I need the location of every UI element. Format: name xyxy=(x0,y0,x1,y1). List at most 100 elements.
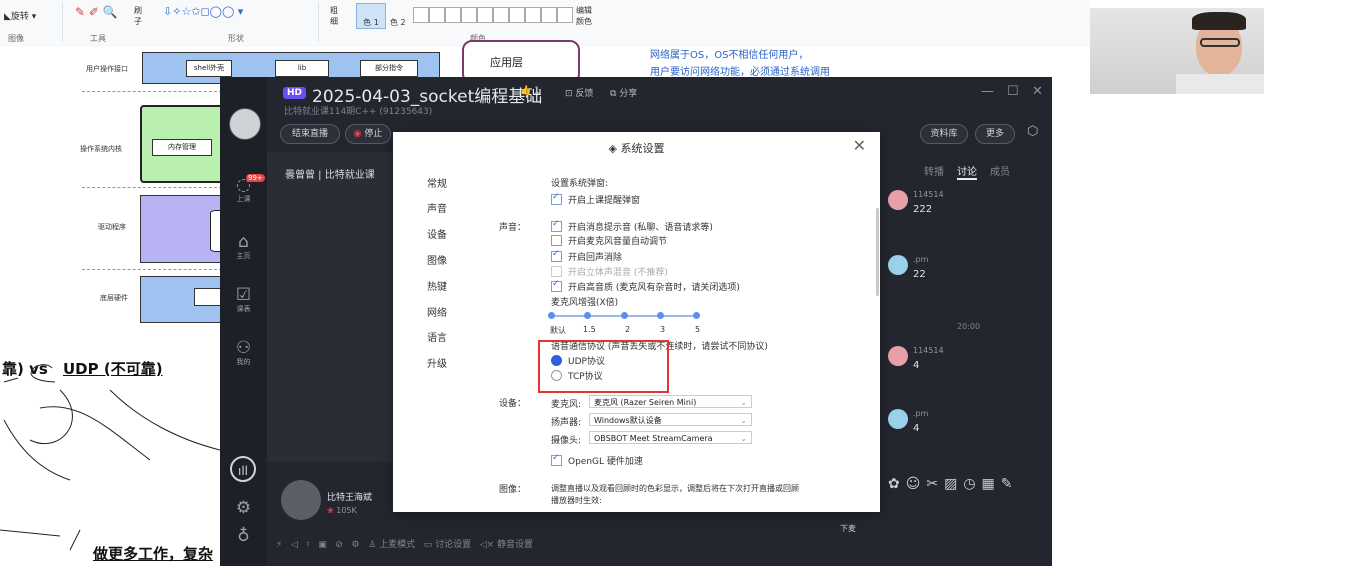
more-button[interactable]: 更多 xyxy=(975,124,1015,144)
tab-discussion[interactable]: 讨论 xyxy=(957,163,977,180)
speaker-select[interactable]: Windows默认设备 ⌄ xyxy=(589,413,752,426)
rail-mine[interactable]: ⚇ 我的 xyxy=(220,339,267,367)
flower-icon[interactable]: ✿ xyxy=(888,476,906,492)
chat-avatar xyxy=(888,346,908,366)
color-swatch[interactable] xyxy=(445,7,461,23)
shapes-gallery-icons[interactable]: ⇩✧☆✩◻◯◯ ▾ xyxy=(163,5,243,18)
checkbox-checked[interactable] xyxy=(551,219,562,232)
mic-icon[interactable]: ♮ xyxy=(306,540,309,550)
slider-dot[interactable] xyxy=(548,312,555,319)
nav-upgrade[interactable]: 升级 xyxy=(427,355,447,370)
mic-mode-button[interactable]: ♙ 上麦模式 xyxy=(368,540,415,550)
camera-select[interactable]: OBSBOT Meet StreamCamera ⌄ xyxy=(589,431,752,444)
color-swatch[interactable] xyxy=(429,7,445,23)
color-swatch[interactable] xyxy=(541,7,557,23)
screen-icon[interactable]: ▣ xyxy=(318,540,327,550)
checkbox-checked[interactable] xyxy=(551,249,562,262)
dash-separator xyxy=(82,269,222,270)
sound-section-label: 声音： xyxy=(499,223,527,233)
stats-icon[interactable]: ıll xyxy=(230,456,256,482)
settings-gear-icon[interactable]: ⚙ xyxy=(220,499,267,517)
nav-language[interactable]: 语言 xyxy=(427,329,447,344)
mic-select[interactable]: 麦克风 (Razer Seiren Mini) ⌄ xyxy=(589,395,752,408)
sound-option-disabled: 开启立体声混音 (不推荐) xyxy=(551,265,668,278)
mute-settings-button[interactable]: ◁× 静音设置 xyxy=(480,540,533,550)
mic-boost-slider[interactable] xyxy=(548,312,700,319)
nav-sound[interactable]: 声音 xyxy=(427,200,447,215)
slider-dot[interactable] xyxy=(657,312,664,319)
scissors-icon[interactable]: ✂ xyxy=(926,476,944,492)
image-desc-1: 调整直播以及观看回顾时的色彩显示，调整后将在下次打开直播或回顾 xyxy=(551,484,799,493)
pencil-tools-icons[interactable]: ✎ ✐ 🔍 xyxy=(75,5,118,19)
color-swatch[interactable] xyxy=(493,7,509,23)
nav-image[interactable]: 图像 xyxy=(427,252,447,267)
rail-schedule[interactable]: ☑ 课表 xyxy=(220,286,267,314)
end-live-button[interactable]: 结束直播 xyxy=(280,124,340,144)
color-swatch[interactable] xyxy=(461,7,477,23)
slider-dot[interactable] xyxy=(621,312,628,319)
close-window-icon[interactable]: ✕ xyxy=(1032,84,1043,99)
clock-icon[interactable]: ◷ xyxy=(963,476,981,492)
checkbox-checked[interactable] xyxy=(551,279,562,292)
close-icon[interactable]: ✕ xyxy=(853,136,866,155)
popup-header: 设置系统弹窗: xyxy=(551,179,609,189)
color1-button[interactable]: 色 1 xyxy=(356,3,386,29)
sound-option[interactable]: 开启高音质 (麦克风有杂音时，请关闭选项) xyxy=(551,279,740,293)
note-line-1: 网络属于OS，OS不相信任何用户， xyxy=(650,50,809,61)
hex-settings-icon[interactable]: ⬡ xyxy=(1027,124,1038,139)
rail-home[interactable]: ⌂ 主页 xyxy=(220,233,267,261)
dialog-scrollbar[interactable] xyxy=(876,208,879,296)
checkbox-checked[interactable] xyxy=(551,192,562,205)
brush-button[interactable]: 刷子 xyxy=(134,5,148,27)
record-icon[interactable]: ⊘ xyxy=(335,540,343,550)
minimize-icon[interactable]: — xyxy=(981,84,994,99)
discussion-settings-button[interactable]: ▭ 讨论设置 xyxy=(424,540,471,550)
color-swatch[interactable] xyxy=(525,7,541,23)
color-swatch[interactable] xyxy=(413,7,429,23)
color2-button[interactable]: 色 2 xyxy=(390,17,406,28)
slider-dot[interactable] xyxy=(693,312,700,319)
lib-box: lib xyxy=(275,60,329,77)
bulb-icon[interactable]: ♁ xyxy=(220,527,267,545)
rail-class[interactable]: ◌ 上课 99+ xyxy=(220,174,267,204)
tab-members[interactable]: 成员 xyxy=(990,163,1010,178)
color-swatch[interactable] xyxy=(557,7,573,23)
nav-network[interactable]: 网络 xyxy=(427,304,447,319)
dialog-title: ◈ 系统设置 xyxy=(608,142,665,155)
like-button[interactable]: 👍 1 xyxy=(520,86,540,96)
rotate-button[interactable]: ◣旋转 ▾ xyxy=(4,9,36,22)
nav-device[interactable]: 设备 xyxy=(427,226,447,241)
sound-option[interactable]: 开启回声消除 xyxy=(551,249,622,263)
resource-library-button[interactable]: 资料库 xyxy=(920,124,968,144)
nav-hotkey[interactable]: 热键 xyxy=(427,278,447,293)
checkbox-checked[interactable] xyxy=(551,453,562,466)
nav-general[interactable]: 常规 xyxy=(427,175,447,190)
user-avatar[interactable] xyxy=(229,108,261,140)
stop-record-button[interactable]: ◉ 停止 xyxy=(345,124,391,144)
color-swatch[interactable] xyxy=(509,7,525,23)
checkbox-unchecked[interactable] xyxy=(551,235,562,246)
slider-dot[interactable] xyxy=(584,312,591,319)
color-swatch[interactable] xyxy=(477,7,493,23)
translate-icon[interactable]: ▦ xyxy=(982,476,1001,492)
sound-option[interactable]: 开启麦克风音量自动调节 xyxy=(551,234,667,247)
speaker-icon[interactable]: ◁ xyxy=(291,540,298,550)
slider-tick-label: 1.5 xyxy=(583,325,596,334)
opengl-option[interactable]: OpenGL 硬件加速 xyxy=(551,453,643,467)
image-icon[interactable]: ▨ xyxy=(944,476,963,492)
chat-avatar xyxy=(888,255,908,275)
settings-dialog: ◈ 系统设置 ✕ 常规 声音 设备 图像 热键 网络 语言 升级 设置系统弹窗:… xyxy=(393,132,880,512)
mic-off-button[interactable]: 下麦 xyxy=(840,523,856,534)
edit-icon[interactable]: ✎ xyxy=(1001,476,1019,492)
edit-colors-button[interactable]: 编辑颜色 xyxy=(576,5,594,27)
sound-option[interactable]: 开启消息提示音 (私聊、语音请求等) xyxy=(551,219,713,233)
thickness-button[interactable]: 粗细 xyxy=(330,5,342,27)
emoji-icon[interactable]: ☺ xyxy=(906,476,927,492)
maximize-icon[interactable]: ☐ xyxy=(1007,84,1019,99)
popup-option[interactable]: 开启上课提醒弹窗 xyxy=(551,192,640,206)
share-button[interactable]: ⧉ 分享 xyxy=(610,86,637,99)
tab-relay[interactable]: 转播 xyxy=(924,163,944,178)
feedback-button[interactable]: ⊡ 反馈 xyxy=(565,86,593,99)
wifi-icon[interactable]: ⚡ xyxy=(276,540,282,550)
settings-icon[interactable]: ⚙ xyxy=(352,540,360,550)
